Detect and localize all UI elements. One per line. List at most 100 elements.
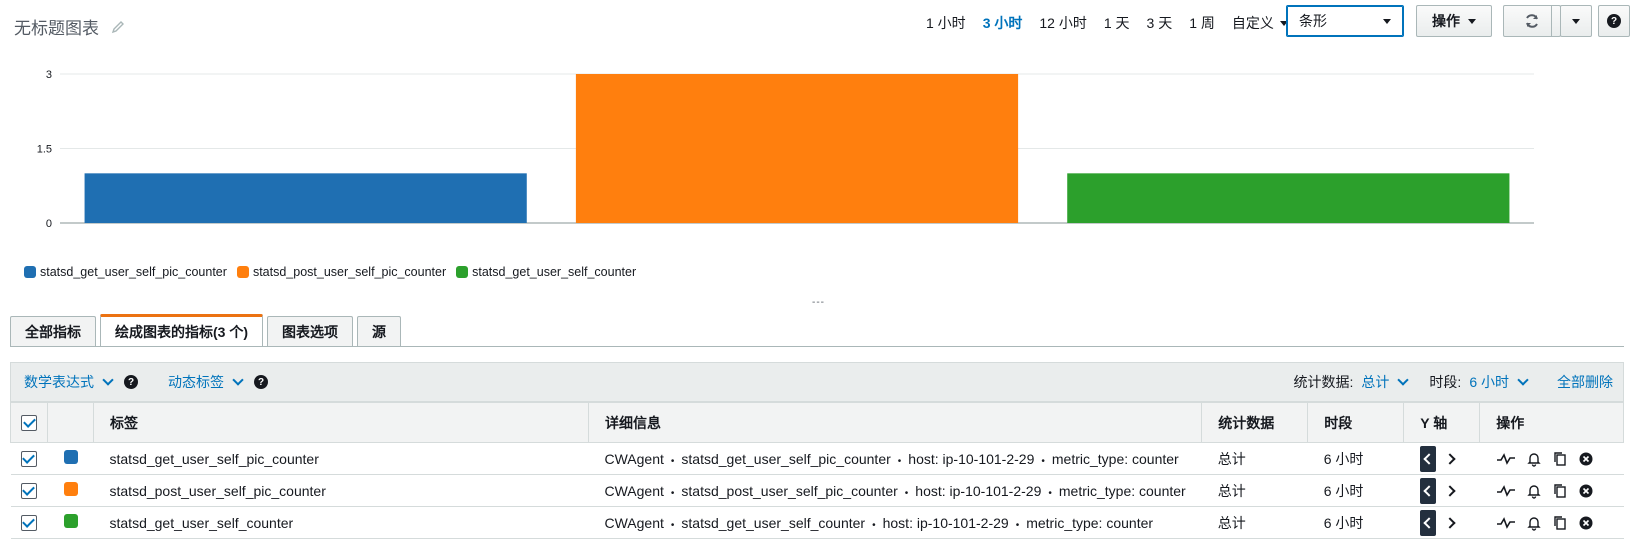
row-color-cell — [47, 506, 94, 539]
range-3d[interactable]: 3 天 — [1147, 13, 1173, 33]
header-label[interactable]: 标签 — [93, 402, 589, 443]
row-color-swatch[interactable] — [63, 482, 78, 496]
legend-item[interactable]: statsd_get_user_self_counter — [456, 265, 636, 279]
detail-metric: statsd_post_user_self_pic_counter — [681, 482, 898, 499]
row-statistic[interactable]: 总计 — [1201, 442, 1308, 475]
row-color-swatch[interactable] — [63, 514, 78, 528]
bar[interactable] — [84, 173, 527, 223]
bullet-icon: • — [897, 455, 902, 467]
detail-metric: statsd_get_user_self_counter — [681, 514, 866, 531]
bar[interactable] — [1067, 173, 1510, 223]
bullet-icon: • — [1015, 519, 1020, 531]
legend-swatch — [236, 266, 249, 278]
header-statistic[interactable]: 统计数据 — [1201, 402, 1309, 443]
y-tick-label: 3 — [46, 69, 52, 81]
chevron-down-icon — [102, 374, 114, 386]
remove-all-button[interactable]: 全部删除 — [1557, 372, 1613, 392]
row-color-swatch[interactable] — [63, 450, 78, 464]
bullet-icon: • — [670, 455, 675, 467]
refresh-button[interactable] — [1512, 6, 1552, 36]
row-period[interactable]: 6 小时 — [1307, 474, 1404, 507]
detail-namespace: CWAgent — [604, 514, 664, 531]
y-axis-right-button[interactable] — [1444, 484, 1456, 497]
y-axis-right-button[interactable] — [1444, 452, 1456, 465]
tab-graph-options[interactable]: 图表选项 — [267, 316, 353, 346]
legend-label: statsd_get_user_self_counter — [472, 265, 637, 279]
range-1h[interactable]: 1 小时 — [926, 13, 966, 33]
tab-graphed-metrics[interactable]: 绘成图表的指标(3 个) — [100, 314, 263, 346]
chart-type-value: 条形 — [1299, 13, 1327, 29]
remove-icon[interactable] — [1578, 483, 1594, 499]
anomaly-detection-icon[interactable] — [1496, 484, 1516, 498]
help-button[interactable]: ? — [1598, 5, 1630, 37]
metrics-tabs: 全部指标 绘成图表的指标(3 个) 图表选项 源 — [10, 314, 401, 346]
legend-item[interactable]: statsd_get_user_self_pic_counter — [24, 265, 227, 279]
actions-button[interactable]: 操作 — [1416, 5, 1492, 37]
row-label[interactable]: statsd_get_user_self_pic_counter — [93, 442, 589, 475]
help-icon[interactable]: ? — [254, 375, 268, 389]
remove-icon[interactable] — [1578, 515, 1594, 531]
edit-pencil-icon[interactable] — [111, 20, 125, 34]
header-details[interactable]: 详细信息 — [587, 402, 1203, 443]
row-select-cell — [10, 506, 48, 539]
detail-metric-type: metric_type: counter — [1058, 482, 1186, 499]
range-1w[interactable]: 1 周 — [1189, 13, 1215, 33]
dynamic-labels-dropdown[interactable]: 动态标签 — [168, 372, 244, 392]
bullet-icon: • — [670, 519, 675, 531]
tab-all-metrics[interactable]: 全部指标 — [10, 316, 96, 346]
legend-item[interactable]: statsd_post_user_self_pic_counter — [236, 265, 446, 279]
duplicate-icon[interactable] — [1552, 451, 1568, 467]
anomaly-detection-icon[interactable] — [1496, 452, 1516, 466]
alarm-bell-icon[interactable] — [1526, 515, 1542, 531]
tab-source[interactable]: 源 — [357, 316, 401, 346]
row-y-axis — [1403, 474, 1480, 507]
row-checkbox[interactable] — [20, 451, 37, 467]
remove-icon[interactable] — [1578, 451, 1594, 467]
row-checkbox[interactable] — [20, 483, 37, 499]
select-all-checkbox[interactable] — [21, 415, 37, 431]
row-period[interactable]: 6 小时 — [1307, 506, 1404, 539]
refresh-button-group — [1503, 5, 1561, 37]
range-custom[interactable]: 自定义 — [1232, 13, 1288, 33]
row-details: CWAgent • statsd_get_user_self_counter • hos… — [588, 506, 1202, 539]
statistic-dropdown[interactable]: 总计 — [1361, 372, 1410, 392]
header-period[interactable]: 时段 — [1307, 402, 1405, 443]
y-axis-left-button[interactable] — [1419, 477, 1436, 504]
period-dropdown[interactable]: 6 小时 — [1469, 372, 1529, 392]
range-12h[interactable]: 12 小时 — [1039, 13, 1086, 33]
y-axis-right-button[interactable] — [1444, 516, 1456, 529]
time-range-selector: 1 小时 3 小时 12 小时 1 天 3 天 1 周 自定义 — [926, 13, 1288, 33]
detail-metric-type: metric_type: counter — [1026, 514, 1154, 531]
y-axis-left-button[interactable] — [1419, 509, 1436, 536]
duplicate-icon[interactable] — [1552, 483, 1568, 499]
duplicate-icon[interactable] — [1552, 515, 1568, 531]
graphed-metrics-table: 标签 详细信息 统计数据 时段 Y 轴 操作 statsd_get_user_s… — [10, 402, 1624, 539]
caret-down-icon — [1572, 18, 1580, 24]
legend-swatch — [24, 266, 36, 278]
detail-namespace: CWAgent — [604, 482, 664, 499]
row-period[interactable]: 6 小时 — [1307, 442, 1404, 475]
caret-down-icon — [1383, 19, 1391, 24]
tab-divider — [10, 346, 1624, 347]
refresh-options-button[interactable] — [1560, 5, 1592, 37]
chart-type-select[interactable]: 条形 — [1286, 5, 1404, 37]
row-label[interactable]: statsd_get_user_self_counter — [93, 506, 589, 539]
alarm-bell-icon[interactable] — [1526, 483, 1542, 499]
row-label[interactable]: statsd_post_user_self_pic_counter — [93, 474, 589, 507]
anomaly-detection-icon[interactable] — [1496, 516, 1516, 530]
alarm-bell-icon[interactable] — [1526, 451, 1542, 467]
y-axis-left-button[interactable] — [1419, 445, 1436, 472]
chevron-down-icon — [1397, 374, 1410, 386]
range-3h[interactable]: 3 小时 — [983, 13, 1023, 33]
statistic-value: 总计 — [1361, 374, 1390, 390]
bar[interactable] — [575, 74, 1019, 223]
header-y-axis: Y 轴 — [1403, 402, 1481, 443]
range-1d[interactable]: 1 天 — [1104, 13, 1130, 33]
row-statistic[interactable]: 总计 — [1201, 474, 1308, 507]
chart-title-area: 无标题图表 — [14, 14, 125, 39]
math-expression-dropdown[interactable]: 数学表达式 — [24, 372, 114, 392]
help-icon[interactable]: ? — [124, 375, 138, 389]
row-statistic[interactable]: 总计 — [1201, 506, 1308, 539]
resize-handle[interactable]: --- — [812, 297, 825, 308]
row-checkbox[interactable] — [20, 515, 37, 531]
